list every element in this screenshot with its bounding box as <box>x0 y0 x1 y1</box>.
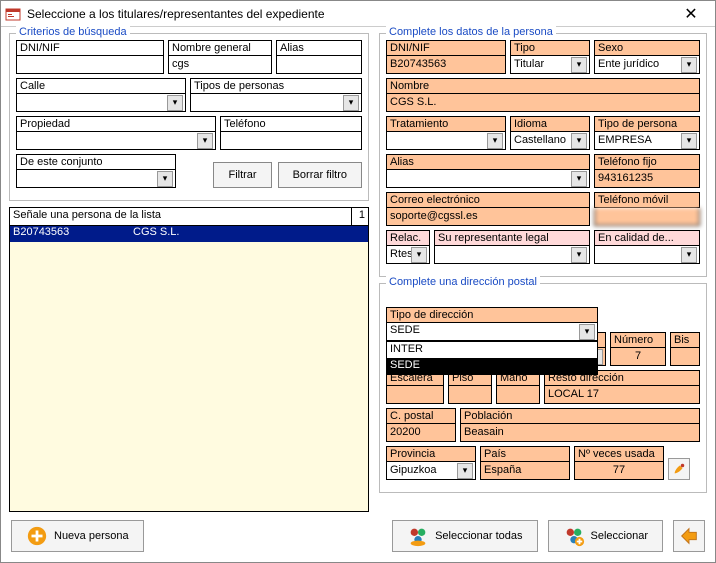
tel-input[interactable] <box>220 132 362 150</box>
p-idioma-label: Idioma <box>510 116 590 132</box>
p-email-label: Correo electrónico <box>386 192 590 208</box>
p-sexo-select[interactable]: Ente jurídico <box>594 56 700 74</box>
p-tpersona-select[interactable]: EMPRESA <box>594 132 700 150</box>
paint-icon-button[interactable] <box>668 458 690 480</box>
p-repr-label: Su representante legal <box>434 230 590 246</box>
a-pob-label: Población <box>460 408 700 424</box>
exit-icon-button[interactable] <box>673 520 705 552</box>
seleccionar-button[interactable]: Seleccionar <box>548 520 663 552</box>
person-group: Complete los datos de la persona DNI/NIF… <box>379 33 707 277</box>
tipo-direccion-dropdown[interactable]: Tipo de dirección SEDE INTER SEDE <box>386 307 598 375</box>
p-movil-label: Teléfono móvil <box>594 192 700 208</box>
nombre-input[interactable]: cgs <box>168 56 272 74</box>
p-tipo-select[interactable]: Titular <box>510 56 590 74</box>
list-count: 1 <box>352 208 368 225</box>
p-tipo-label: Tipo <box>510 40 590 56</box>
a-cp-label: C. postal <box>386 408 456 424</box>
a-numero-input[interactable]: 7 <box>610 348 666 366</box>
p-alias-select[interactable] <box>386 170 590 188</box>
p-relac-select[interactable]: Rtes. <box>386 246 430 264</box>
p-idioma-select[interactable]: Castellano <box>510 132 590 150</box>
a-bis-input[interactable] <box>670 348 700 366</box>
list-row-dni: B20743563 <box>10 226 130 242</box>
a-resto-input[interactable]: LOCAL 17 <box>544 386 700 404</box>
a-bis-label: Bis <box>670 332 700 348</box>
alias-label: Alias <box>276 40 362 56</box>
close-icon[interactable]: ✕ <box>671 4 711 24</box>
a-usada-value: 77 <box>574 462 664 480</box>
list-row[interactable]: B20743563 CGS S.L. <box>10 226 368 242</box>
persona-list[interactable]: Señale una persona de la lista 1 B207435… <box>9 207 369 512</box>
window-title: Seleccione a los titulares/representante… <box>27 7 671 21</box>
p-email-input[interactable]: soporte@cgssl.es <box>386 208 590 226</box>
a-usada-label: Nº veces usada <box>574 446 664 462</box>
p-repr-select[interactable] <box>434 246 590 264</box>
prop-select[interactable] <box>16 132 216 150</box>
p-dni-label: DNI/NIF <box>386 40 506 56</box>
p-relac-label: Relac. <box>386 230 430 246</box>
add-person-icon <box>26 525 48 547</box>
a-numero-label: Número <box>610 332 666 348</box>
p-dni-input[interactable]: B20743563 <box>386 56 506 74</box>
dni-label: DNI/NIF <box>16 40 164 56</box>
p-tpersona-label: Tipo de persona <box>594 116 700 132</box>
search-legend: Criterios de búsqueda <box>16 26 130 38</box>
calle-label: Calle <box>16 78 186 94</box>
p-nombre-label: Nombre <box>386 78 700 94</box>
conjunto-label: De este conjunto <box>16 154 176 170</box>
tipo-dir-opt-inter[interactable]: INTER <box>387 342 597 358</box>
filtrar-button[interactable]: Filtrar <box>213 162 271 188</box>
p-trat-select[interactable] <box>386 132 506 150</box>
calle-select[interactable] <box>16 94 186 112</box>
sel-todas-label: Seleccionar todas <box>435 530 522 542</box>
app-icon <box>5 6 21 22</box>
tipo-dir-value[interactable]: SEDE <box>386 323 598 341</box>
a-prov-select[interactable]: Gipuzkoa <box>386 462 476 480</box>
tipos-label: Tipos de personas <box>190 78 362 94</box>
nueva-persona-label: Nueva persona <box>54 530 129 542</box>
tel-label: Teléfono <box>220 116 362 132</box>
p-nombre-input[interactable]: CGS S.L. <box>386 94 700 112</box>
p-telf-input[interactable]: 943161235 <box>594 170 700 188</box>
a-pais-label: País <box>480 446 570 462</box>
seleccionar-todas-button[interactable]: Seleccionar todas <box>392 520 537 552</box>
nueva-persona-button[interactable]: Nueva persona <box>11 520 144 552</box>
borrar-filtro-button[interactable]: Borrar filtro <box>278 162 362 188</box>
p-calidad-select[interactable] <box>594 246 700 264</box>
p-telf-label: Teléfono fijo <box>594 154 700 170</box>
select-icon <box>563 525 585 547</box>
prop-label: Propiedad <box>16 116 216 132</box>
nombre-label: Nombre general <box>168 40 272 56</box>
a-cp-input[interactable]: 20200 <box>386 424 456 442</box>
seleccionar-label: Seleccionar <box>591 530 648 542</box>
list-header-label: Señale una persona de la lista <box>10 208 352 225</box>
list-row-nombre: CGS S.L. <box>130 226 368 242</box>
addr-legend: Complete una dirección postal <box>386 276 540 288</box>
p-sexo-label: Sexo <box>594 40 700 56</box>
a-piso-input[interactable] <box>448 386 492 404</box>
p-trat-label: Tratamiento <box>386 116 506 132</box>
a-prov-label: Provincia <box>386 446 476 462</box>
select-all-icon <box>407 525 429 547</box>
tipo-dir-label: Tipo de dirección <box>386 307 598 323</box>
a-pob-input[interactable]: Beasain <box>460 424 700 442</box>
alias-input[interactable] <box>276 56 362 74</box>
p-movil-input[interactable] <box>594 208 700 226</box>
tipos-select[interactable] <box>190 94 362 112</box>
address-group: Complete una dirección postal Tipo de di… <box>379 283 707 493</box>
a-mano-input[interactable] <box>496 386 540 404</box>
search-criteria-group: Criterios de búsqueda DNI/NIF Nombre gen… <box>9 33 369 201</box>
person-legend: Complete los datos de la persona <box>386 26 556 38</box>
a-pais-input[interactable]: España <box>480 462 570 480</box>
a-esc-input[interactable] <box>386 386 444 404</box>
p-alias-label: Alias <box>386 154 590 170</box>
p-calidad-label: En calidad de... <box>594 230 700 246</box>
tipo-dir-opt-sede[interactable]: SEDE <box>387 358 597 374</box>
dni-input[interactable] <box>16 56 164 74</box>
conjunto-select[interactable] <box>16 170 176 188</box>
